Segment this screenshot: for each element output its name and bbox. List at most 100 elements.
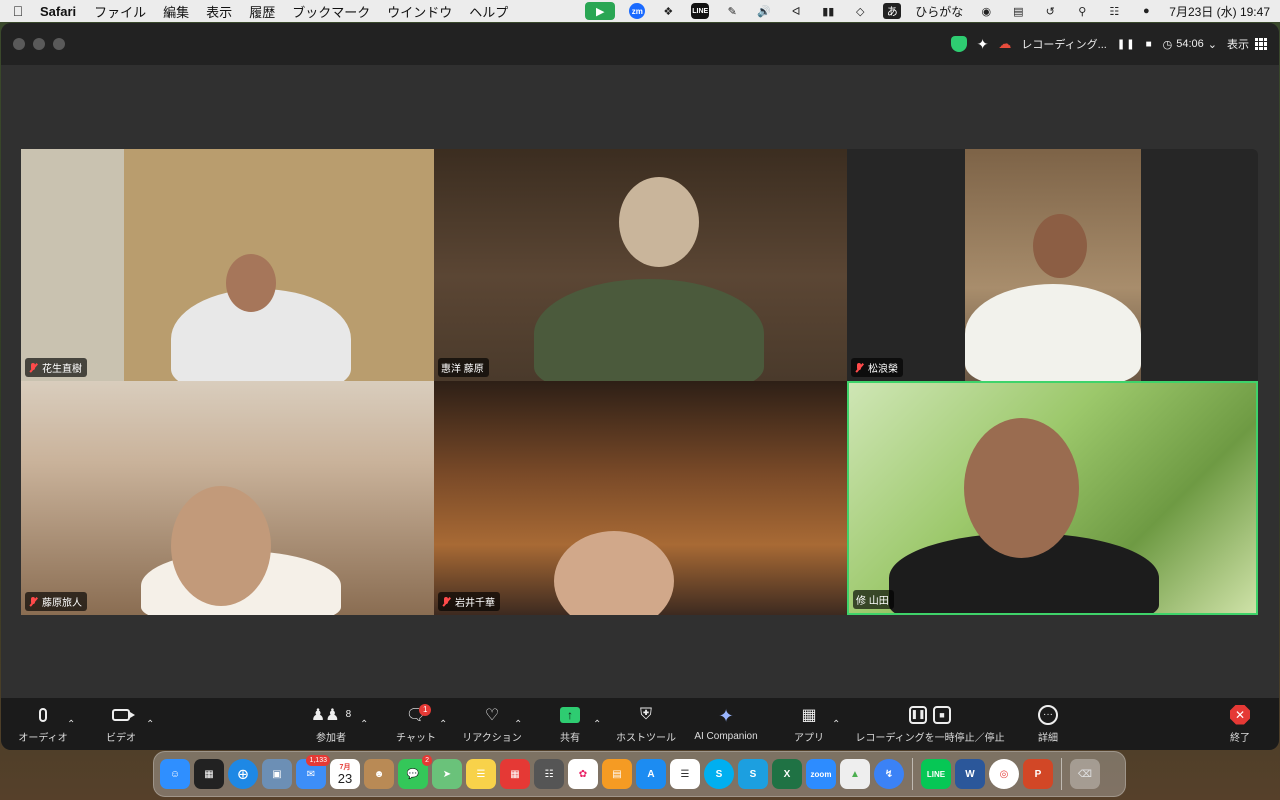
active-speaker-tile[interactable]: 修 山田 <box>847 381 1258 615</box>
participant-name-tag: 松浪榮 <box>851 358 903 377</box>
skype-icon[interactable]: S <box>704 759 734 789</box>
reactions-options-caret[interactable]: ⌃ <box>514 698 522 750</box>
contacts-icon[interactable]: ☻ <box>364 759 394 789</box>
participants-options-caret[interactable]: ⌃ <box>360 698 368 750</box>
apps-options-caret[interactable]: ⌃ <box>832 698 840 750</box>
menu-help[interactable]: ヘルプ <box>469 2 508 21</box>
dashboard-icon[interactable]: ▦ <box>194 759 224 789</box>
bluetooth-icon[interactable]: ᐊ <box>787 3 805 19</box>
notes-icon[interactable]: ☰ <box>466 759 496 789</box>
end-meeting-button[interactable]: ✕ 終了 <box>1225 698 1255 750</box>
user-icon[interactable]: ◉ <box>977 3 995 19</box>
menu-window[interactable]: ウインドウ <box>387 2 452 21</box>
chat-button[interactable]: 🗨 チャット <box>391 698 441 750</box>
host-tools-button[interactable]: ⛨ ホストツール <box>615 698 677 750</box>
messenger-icon[interactable]: ↯ <box>874 759 904 789</box>
participant-tile[interactable]: 松浪榮 <box>847 149 965 381</box>
word-icon[interactable]: W <box>955 759 985 789</box>
messages-icon[interactable]: 💬 2 <box>398 755 432 789</box>
trash-icon[interactable]: ⌫ <box>1070 759 1100 789</box>
video-button[interactable]: ビデオ <box>99 698 143 750</box>
host-shield-icon: ⛨ <box>639 705 652 723</box>
battery-icon[interactable]: ▮▮ <box>819 3 837 19</box>
apps-button[interactable]: ▦ アプリ <box>791 698 827 750</box>
photos-icon[interactable]: ✿ <box>568 759 598 789</box>
apps-label: アプリ <box>794 732 824 744</box>
menu-view[interactable]: 表示 <box>206 2 232 21</box>
finder-icon[interactable]: ☺ <box>160 759 190 789</box>
messages-badge: 2 <box>422 755 432 766</box>
presentation-app-icon[interactable]: ▦ <box>500 759 530 789</box>
pen-icon[interactable]: ✎ <box>723 3 741 19</box>
app-store-icon[interactable]: A <box>636 759 666 789</box>
apple-menu-icon[interactable]:  <box>10 3 26 19</box>
view-button[interactable]: 表示 <box>1227 36 1267 52</box>
app-menu[interactable]: Safari <box>40 4 76 19</box>
close-window-button[interactable] <box>13 38 25 50</box>
menubar-clock[interactable]: 7月23日 (水) 19:47 <box>1169 3 1270 20</box>
wifi-icon[interactable]: ◇ <box>851 3 869 19</box>
mail-badge: 1,133 <box>306 755 330 766</box>
menu-edit[interactable]: 編集 <box>163 2 189 21</box>
participant-tile[interactable]: 花生直樹 <box>21 149 434 381</box>
share-options-caret[interactable]: ⌃ <box>593 698 601 750</box>
control-center-icon[interactable]: ☷ <box>1105 3 1123 19</box>
zoom-workplace-icon[interactable]: zm <box>629 3 646 19</box>
ime-mode[interactable]: ひらがな <box>915 3 963 20</box>
skype-business-icon[interactable]: S <box>738 759 768 789</box>
time-machine-icon[interactable]: ↺ <box>1041 3 1059 19</box>
siri-icon[interactable]: ● <box>1137 3 1155 19</box>
zoom-meeting-status-icon[interactable]: ▶ <box>585 2 616 20</box>
meeting-timer[interactable]: ◷ 54:06 ⌄ <box>1163 38 1217 51</box>
ime-icon[interactable]: あ <box>883 3 902 19</box>
maps-icon[interactable]: ➤ <box>432 759 462 789</box>
menu-bookmarks[interactable]: ブックマーク <box>292 2 370 21</box>
spotlight-search-icon[interactable]: ⚲ <box>1073 3 1091 19</box>
participant-tile[interactable]: 惠洋 藤原 <box>434 149 847 381</box>
line-icon[interactable]: LINE <box>691 3 710 19</box>
recording-control-label: レコーディングを一時停止／停止 <box>855 732 1005 744</box>
audio-options-caret[interactable]: ⌃ <box>67 698 75 750</box>
participant-name: 藤原旅人 <box>42 598 82 609</box>
pause-recording-icon[interactable]: ❚❚ <box>1117 39 1136 50</box>
launchpad-icon[interactable]: ☷ <box>534 759 564 789</box>
memory-icon[interactable]: ▤ <box>1009 3 1027 19</box>
share-button[interactable]: ↑ 共有 <box>553 698 587 750</box>
participants-button[interactable]: ♟♟ 8 参加者 <box>309 698 353 750</box>
recording-control-button[interactable]: ❚❚ ■ レコーディングを一時停止／停止 <box>855 698 1005 750</box>
menu-history[interactable]: 履歴 <box>249 2 275 21</box>
view-label: 表示 <box>1227 39 1249 51</box>
reminders-icon[interactable]: ☰ <box>670 759 700 789</box>
menu-file[interactable]: ファイル <box>94 2 146 21</box>
google-drive-icon[interactable]: ▲ <box>840 759 870 789</box>
participant-name-tag: 修 山田 <box>853 590 894 609</box>
zoom-app-icon[interactable]: zoom <box>806 759 836 789</box>
volume-icon[interactable]: 🔊 <box>755 3 773 19</box>
video-options-caret[interactable]: ⌃ <box>146 698 154 750</box>
chrome-icon[interactable]: ◎ <box>989 759 1019 789</box>
excel-icon[interactable]: X <box>772 759 802 789</box>
safari-icon[interactable]: ⨁ <box>228 759 258 789</box>
chat-options-caret[interactable]: ⌃ <box>439 698 447 750</box>
calendar-icon[interactable]: 7月 23 <box>330 759 360 789</box>
dropbox-icon[interactable]: ❖ <box>659 3 677 19</box>
powerpoint-icon[interactable]: P <box>1023 759 1053 789</box>
books-icon[interactable]: ▤ <box>602 759 632 789</box>
zoom-window-button[interactable] <box>53 38 65 50</box>
participant-name: 惠洋 藤原 <box>441 364 484 375</box>
stop-recording-icon[interactable]: ■ <box>1146 39 1153 50</box>
security-shield-icon[interactable] <box>950 36 967 52</box>
minimize-window-button[interactable] <box>33 38 45 50</box>
ai-companion-button[interactable]: ✦ AI Companion <box>690 698 762 750</box>
participant-tile[interactable]: 岩井千華 <box>434 381 847 615</box>
audio-button[interactable]: オーディオ <box>15 698 71 750</box>
video-camera-icon <box>112 708 135 721</box>
preview-icon[interactable]: ▣ <box>262 759 292 789</box>
line-app-icon[interactable]: LINE <box>921 759 951 789</box>
participant-head <box>619 177 699 267</box>
more-button[interactable]: ··· 詳細 <box>1033 698 1063 750</box>
participant-tile[interactable]: 藤原旅人 <box>21 381 434 615</box>
participant-head <box>226 254 276 312</box>
ai-sparkle-icon[interactable]: ✦ <box>977 36 989 53</box>
mail-icon[interactable]: ✉ 1,133 <box>296 755 330 789</box>
